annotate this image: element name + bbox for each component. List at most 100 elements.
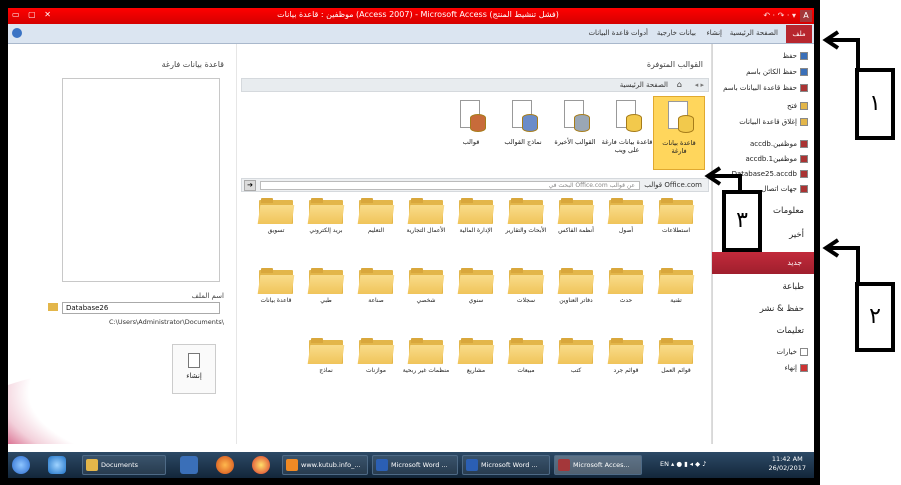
template-folder[interactable]: طبي (301, 268, 351, 305)
template-folder-label: موازنات (365, 367, 387, 374)
browse-folder-icon[interactable] (48, 303, 58, 311)
template-folder-label: تسويق (267, 227, 285, 234)
template-folder[interactable]: الأعمال التجارية (401, 198, 451, 235)
nav-options[interactable]: خيارات (777, 348, 808, 356)
template-tile-label: قوالب (462, 138, 480, 146)
nav-info[interactable]: معلومات (773, 206, 804, 216)
help-icon[interactable] (12, 28, 22, 38)
search-go-button[interactable]: ➔ (244, 180, 256, 191)
template-folder[interactable]: قوائم جرد (601, 338, 651, 375)
recent-file-2[interactable]: موظفين1.accdb (746, 155, 808, 163)
nav-exit[interactable]: إنهاء (784, 364, 808, 372)
nav-arrows[interactable]: ◂ ▸ (695, 81, 704, 89)
internet-explorer-icon[interactable] (48, 456, 66, 474)
template-folder[interactable]: موازنات (351, 338, 401, 375)
nav-save[interactable]: حفظ (782, 52, 808, 60)
file-name-input[interactable]: Database26 (62, 302, 220, 314)
template-folder[interactable]: كتب (551, 338, 601, 375)
template-folder[interactable]: الإدارة المالية (451, 198, 501, 235)
annotation-box-1: ١ (855, 68, 895, 140)
chrome-icon[interactable] (252, 456, 270, 474)
tab-external-data[interactable]: بيانات خارجية (657, 29, 696, 37)
template-folder-label: نماذج (319, 367, 333, 374)
template-folder-label: قوائم جرد (613, 367, 639, 374)
template-folder[interactable]: مشاريع (451, 338, 501, 375)
folder-icon (457, 268, 495, 294)
taskbar-documents[interactable]: Documents (82, 455, 166, 475)
folder-icon (607, 338, 645, 364)
home-label[interactable]: الصفحة الرئيسية (620, 81, 668, 89)
nav-recent[interactable]: أخير (789, 230, 804, 240)
template-folder[interactable]: حدث (601, 268, 651, 305)
template-tile-label: القوالب الأخيرة (554, 138, 596, 146)
start-button-icon[interactable] (12, 456, 30, 474)
folder-icon (507, 198, 545, 224)
nav-print[interactable]: طباعة (782, 282, 804, 292)
firefox-icon[interactable] (216, 456, 234, 474)
recent-file-3[interactable]: Database25.accdb (732, 170, 808, 178)
nav-open[interactable]: فتح (787, 102, 808, 110)
tab-file[interactable]: ملف (786, 25, 812, 43)
template-folder[interactable]: صناعة (351, 268, 401, 305)
folder-icon (457, 338, 495, 364)
nav-help[interactable]: تعليمات (777, 326, 804, 336)
nav-exit-label: إنهاء (784, 364, 797, 372)
template-folder[interactable]: بريد إلكتروني (301, 198, 351, 235)
taskbar-clock[interactable]: 11:42 AM 26/02/2017 (769, 455, 806, 473)
template-folder-label: مشاريع (466, 367, 486, 374)
template-tile[interactable]: قوالب (445, 96, 497, 146)
nav-save-db-as[interactable]: حفظ قاعدة البيانات باسم (723, 84, 808, 92)
template-folder[interactable]: منظمات غير ربحية (401, 338, 451, 375)
nav-save-object-as[interactable]: حفظ الكائن باسم (746, 68, 808, 76)
access-app-icon[interactable]: A (800, 10, 812, 22)
template-folder[interactable]: تقنية (651, 268, 701, 305)
window-controls[interactable]: ▭ ▢ ✕ (12, 10, 54, 19)
template-folder-label: دفاتر العناوين (559, 297, 593, 304)
template-folder[interactable]: نماذج (301, 338, 351, 375)
template-folder[interactable]: أصول (601, 198, 651, 235)
home-icon[interactable]: ⌂ (677, 80, 682, 89)
taskbar-access[interactable]: Microsoft Acces... (554, 455, 642, 475)
template-tile[interactable]: نماذج القوالب (497, 96, 549, 146)
template-folder[interactable]: التعليم (351, 198, 401, 235)
template-folder[interactable]: سنوي (451, 268, 501, 305)
office-search-input[interactable]: البحث في Office.com عن قوالب (260, 181, 640, 190)
access-icon (558, 459, 570, 471)
template-folder[interactable]: دفاتر العناوين (551, 268, 601, 305)
recent-file-1[interactable]: موظفين.accdb (750, 140, 808, 148)
folder-icon (407, 268, 445, 294)
system-tray[interactable]: EN ▴ ● ▮ ◂ ◆ ♪ (660, 460, 706, 468)
taskbar-browser-label: www.kutub.info_... (301, 461, 361, 469)
tab-home[interactable]: الصفحة الرئيسية (730, 29, 778, 37)
template-folder[interactable]: سجلات (501, 268, 551, 305)
media-player-icon[interactable] (180, 456, 198, 474)
taskbar-word-1[interactable]: Microsoft Word ... (372, 455, 458, 475)
template-folder-label: بريد إلكتروني (309, 227, 343, 234)
folder-icon (257, 198, 295, 224)
taskbar-browser[interactable]: www.kutub.info_... (282, 455, 368, 475)
nav-save-publish[interactable]: حفظ & نشر (760, 304, 804, 314)
template-tile[interactable]: قاعدة بيانات فارغة (653, 96, 705, 170)
template-preview (62, 78, 220, 282)
template-folder[interactable]: شخصي (401, 268, 451, 305)
template-folder[interactable]: قوائم العمل (651, 338, 701, 375)
web-database-icon (608, 96, 646, 136)
nav-close-db[interactable]: إغلاق قاعدة البيانات (739, 118, 808, 126)
recent-file-4[interactable]: جهات اتصال (761, 185, 808, 193)
nav-save-object-as-label: حفظ الكائن باسم (746, 68, 797, 76)
template-folder[interactable]: قاعدة بيانات (251, 268, 301, 305)
template-tile[interactable]: القوالب الأخيرة (549, 96, 601, 146)
create-button[interactable]: إنشاء (172, 344, 216, 394)
template-tile[interactable]: قاعدة بيانات فارغة على ويب (601, 96, 653, 154)
template-folder[interactable]: مبيعات (501, 338, 551, 375)
template-folder[interactable]: الأبحاث والتقارير (501, 198, 551, 235)
template-folder[interactable]: تسويق (251, 198, 301, 235)
template-folder[interactable]: استطلاعات (651, 198, 701, 235)
nav-new[interactable]: جديد (712, 252, 814, 274)
tab-create[interactable]: إنشاء (706, 29, 722, 37)
quick-access-toolbar[interactable]: ↶ · ↷ · ▾ (763, 11, 796, 20)
taskbar-word-2[interactable]: Microsoft Word ... (462, 455, 550, 475)
language-indicator[interactable]: EN (660, 460, 669, 468)
tab-database-tools[interactable]: أدوات قاعدة البيانات (588, 29, 648, 37)
template-folder[interactable]: أنظمة الفاكس (551, 198, 601, 235)
